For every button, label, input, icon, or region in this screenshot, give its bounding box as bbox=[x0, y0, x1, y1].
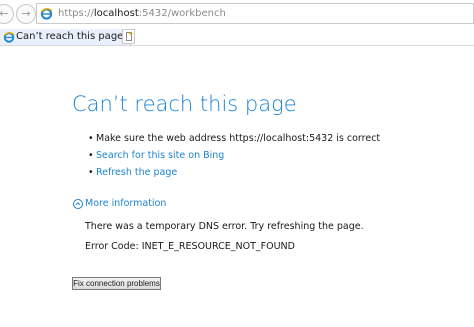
error-code: Error Code: INET_E_RESOURCE_NOT_FOUND bbox=[85, 241, 295, 252]
error-page: Can’t reach this page • Make sure the we… bbox=[0, 46, 474, 327]
refresh-page-link[interactable]: Refresh the page bbox=[96, 164, 177, 181]
chevron-up-icon bbox=[73, 199, 83, 209]
new-tab-button[interactable]: ✦ bbox=[122, 29, 135, 44]
dns-error-message: There was a temporary DNS error. Try ref… bbox=[85, 221, 364, 232]
search-bing-link[interactable]: Search for this site on Bing bbox=[96, 147, 224, 164]
bullet-icon: • bbox=[88, 167, 94, 178]
tab-bar: Can’t reach this page x ✦ bbox=[0, 29, 474, 46]
url-host: localhost bbox=[93, 8, 139, 19]
page-title: Can’t reach this page bbox=[72, 92, 297, 116]
address-bar[interactable]: https://localhost:5432/workbench bbox=[36, 3, 474, 24]
forward-button[interactable]: → bbox=[16, 4, 36, 24]
ie-logo-icon bbox=[40, 8, 53, 20]
tab-active[interactable]: Can’t reach this page x bbox=[0, 29, 131, 45]
bullet-icon: • bbox=[88, 150, 94, 161]
browser-window: ← → https://localhost:5432/workbench Can… bbox=[0, 0, 474, 327]
more-information-label: More information bbox=[85, 198, 167, 209]
new-tab-sparkle-icon: ✦ bbox=[128, 30, 134, 38]
back-arrow-icon: ← bbox=[0, 7, 9, 20]
ie-logo-icon bbox=[3, 32, 15, 43]
navigation-bar: ← → https://localhost:5432/workbench bbox=[0, 0, 474, 29]
tab-title: Can’t reach this page bbox=[16, 31, 124, 42]
url-path: :5432/workbench bbox=[138, 8, 226, 19]
bullet-icon: • bbox=[88, 133, 94, 144]
url-text[interactable]: https://localhost:5432/workbench bbox=[58, 5, 226, 23]
suggestion-text: Make sure the web address https://localh… bbox=[96, 133, 381, 144]
forward-arrow-icon: → bbox=[21, 7, 31, 20]
fix-connection-button[interactable]: Fix connection problems bbox=[72, 277, 161, 290]
url-scheme: https:// bbox=[58, 8, 94, 19]
back-button[interactable]: ← bbox=[0, 4, 14, 24]
